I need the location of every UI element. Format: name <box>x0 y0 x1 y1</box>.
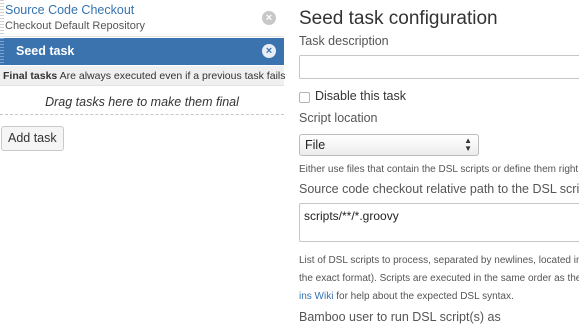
final-tasks-description: Are always executed even if a previous t… <box>57 70 286 82</box>
drag-handle[interactable] <box>0 0 4 36</box>
relative-path-label: Source code checkout relative path to th… <box>299 182 579 196</box>
remove-task-icon[interactable]: × <box>262 44 276 58</box>
task-configuration-panel: Seed task configuration Task description… <box>299 0 579 330</box>
final-tasks-dropzone[interactable]: Drag tasks here to make them final <box>0 87 284 115</box>
script-location-value: File <box>305 138 326 152</box>
script-location-label: Script location <box>299 111 378 125</box>
dsl-help-line-3-text: for help about the expected DSL syntax. <box>333 291 514 302</box>
task-item-seed-task[interactable]: Seed task × <box>0 38 284 65</box>
task-title: Source Code Checkout <box>5 3 135 17</box>
remove-task-icon[interactable]: × <box>262 11 276 25</box>
bamboo-user-label: Bamboo user to run DSL script(s) as <box>299 310 501 324</box>
task-description-input[interactable] <box>299 55 579 79</box>
script-location-help: Either use files that contain the DSL sc… <box>299 164 579 175</box>
relative-path-value: scripts/**/*.groovy <box>304 209 399 223</box>
page-title: Seed task configuration <box>299 8 498 29</box>
task-subtitle: Checkout Default Repository <box>5 20 146 32</box>
select-arrows-icon: ▲ ▼ <box>464 136 472 153</box>
final-tasks-header: Final tasks Are always executed even if … <box>0 66 286 86</box>
dsl-help-line-3: ins Wiki for help about the expected DSL… <box>299 291 514 302</box>
task-item-source-code-checkout[interactable]: Source Code Checkout Checkout Default Re… <box>0 0 284 37</box>
wiki-link[interactable]: ins Wiki <box>299 291 333 302</box>
drag-handle[interactable] <box>0 38 4 65</box>
disable-task-label[interactable]: Disable this task <box>315 89 406 103</box>
task-list-panel: Source Code Checkout Checkout Default Re… <box>0 0 286 330</box>
relative-path-textarea[interactable]: scripts/**/*.groovy <box>299 203 579 242</box>
dsl-help-line-2: the exact format). Scripts are executed … <box>299 273 579 284</box>
dsl-help-line-1: List of DSL scripts to process, separate… <box>299 255 579 266</box>
task-description-label: Task description <box>299 34 389 48</box>
add-task-button[interactable]: Add task <box>1 126 64 151</box>
disable-task-checkbox[interactable] <box>299 92 310 103</box>
script-location-select[interactable]: File ▲ ▼ <box>299 134 479 156</box>
final-tasks-label: Final tasks <box>3 70 58 82</box>
task-title: Seed task <box>16 44 75 58</box>
